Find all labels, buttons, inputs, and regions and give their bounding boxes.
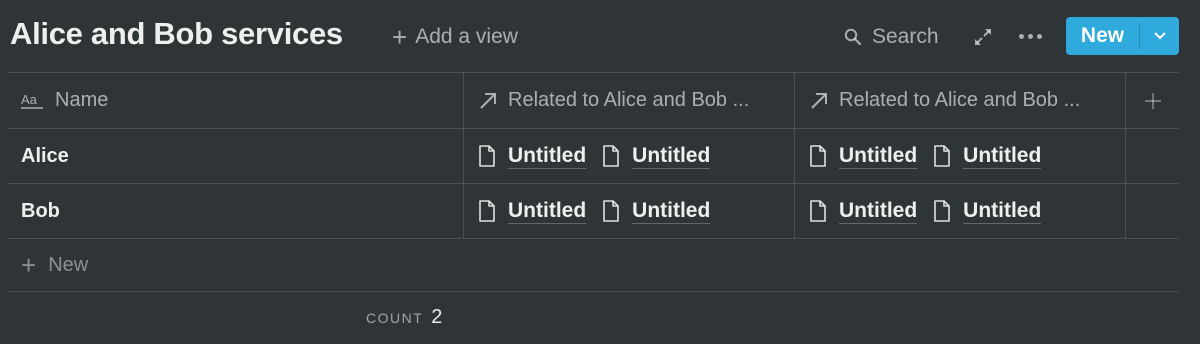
related-page-link[interactable]: Untitled xyxy=(602,198,711,224)
search-button[interactable]: Search xyxy=(844,22,939,52)
column-header-label: Related to Alice and Bob ... xyxy=(839,89,1081,111)
page-icon xyxy=(603,200,619,222)
related-page-title: Untitled xyxy=(963,198,1042,224)
empty-cell xyxy=(1126,184,1179,238)
name-cell[interactable]: Alice xyxy=(7,129,464,183)
plus-icon: + xyxy=(392,22,408,52)
plus-icon: + xyxy=(21,250,37,280)
add-view-button[interactable]: + Add a view xyxy=(392,22,518,52)
related-page-link[interactable]: Untitled xyxy=(809,198,918,224)
related-page-link[interactable]: Untitled xyxy=(809,143,918,169)
related-page-title: Untitled xyxy=(839,143,918,169)
table-header-row: Aa Name Related to Alice and Bob ... Rel… xyxy=(7,73,1179,129)
search-label: Search xyxy=(872,25,939,48)
relation-cell[interactable]: Untitled Untitled xyxy=(464,184,795,238)
column-header-label: Related to Alice and Bob ... xyxy=(508,89,750,111)
related-page-link[interactable]: Untitled xyxy=(933,143,1042,169)
related-page-title: Untitled xyxy=(839,198,918,224)
name-cell[interactable]: Bob xyxy=(7,184,464,238)
relation-arrow-icon xyxy=(811,92,827,109)
new-row-label: New xyxy=(48,253,89,276)
database-table: Aa Name Related to Alice and Bob ... Rel… xyxy=(7,72,1179,292)
add-column-button[interactable] xyxy=(1126,73,1179,128)
related-page-link[interactable]: Untitled xyxy=(933,198,1042,224)
header-bar: Alice and Bob services + Add a view Sear… xyxy=(0,0,1200,72)
related-page-title: Untitled xyxy=(632,143,711,169)
page-title[interactable]: Alice and Bob services xyxy=(10,16,343,52)
page-icon xyxy=(479,145,495,167)
column-header-relation-1[interactable]: Related to Alice and Bob ... xyxy=(464,73,795,128)
page-icon xyxy=(479,200,495,222)
new-button[interactable]: New xyxy=(1066,17,1139,55)
plus-icon xyxy=(1144,92,1161,109)
related-page-title: Untitled xyxy=(963,143,1042,169)
related-page-link[interactable]: Untitled xyxy=(478,198,587,224)
expand-icon[interactable] xyxy=(972,26,994,48)
relation-cell[interactable]: Untitled Untitled xyxy=(795,184,1126,238)
relation-cell[interactable]: Untitled Untitled xyxy=(795,129,1126,183)
count-summary[interactable]: COUNT 2 xyxy=(366,306,442,329)
add-view-label: Add a view xyxy=(415,25,518,48)
database-page: Alice and Bob services + Add a view Sear… xyxy=(0,0,1200,344)
chevron-down-icon xyxy=(1153,32,1166,40)
svg-text:Aa: Aa xyxy=(21,92,38,107)
new-button-group: New xyxy=(1066,17,1179,55)
related-page-link[interactable]: Untitled xyxy=(478,143,587,169)
search-icon xyxy=(844,28,862,46)
page-icon xyxy=(810,145,826,167)
page-icon xyxy=(934,200,950,222)
related-page-link[interactable]: Untitled xyxy=(602,143,711,169)
page-icon xyxy=(810,200,826,222)
table-row[interactable]: Alice Untitled Untitled Untitled Untitle… xyxy=(7,129,1179,184)
more-options-icon[interactable] xyxy=(1014,22,1046,50)
related-page-title: Untitled xyxy=(508,198,587,224)
column-header-label: Name xyxy=(55,89,109,111)
text-property-icon: Aa xyxy=(21,92,43,109)
column-header-name[interactable]: Aa Name xyxy=(7,73,464,128)
new-dropdown-button[interactable] xyxy=(1140,17,1179,55)
new-row-button[interactable]: + New xyxy=(7,239,1179,292)
count-label: COUNT xyxy=(366,310,424,326)
column-header-relation-2[interactable]: Related to Alice and Bob ... xyxy=(795,73,1126,128)
count-value: 2 xyxy=(431,306,443,328)
related-page-title: Untitled xyxy=(632,198,711,224)
related-page-title: Untitled xyxy=(508,143,587,169)
relation-arrow-icon xyxy=(480,92,496,109)
empty-cell xyxy=(1126,129,1179,183)
relation-cell[interactable]: Untitled Untitled xyxy=(464,129,795,183)
page-icon xyxy=(603,145,619,167)
table-row[interactable]: Bob Untitled Untitled Untitled Untitled xyxy=(7,184,1179,239)
page-icon xyxy=(934,145,950,167)
